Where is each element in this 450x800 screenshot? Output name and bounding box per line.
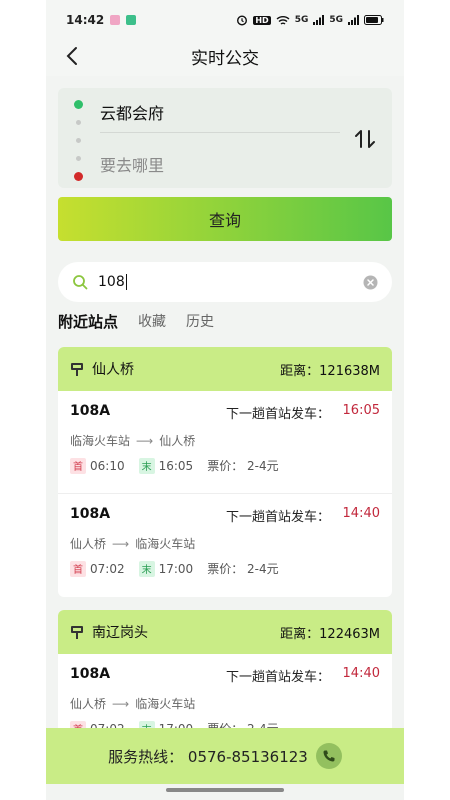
next-departure-label: 下一趟首站发车： <box>226 407 331 422</box>
bus-number: 108A <box>70 403 111 419</box>
first-bus-time: 06:10 <box>90 458 125 473</box>
route-direction: 仙人桥 ⟶ 临海火车站 <box>70 535 195 552</box>
network-label-2: 5G <box>329 15 343 25</box>
next-departure-label: 下一趟首站发车： <box>226 670 331 685</box>
tab-favorites[interactable]: 收藏 <box>138 311 166 331</box>
network-label-1: 5G <box>294 15 309 25</box>
bus-stop-icon <box>71 626 83 639</box>
call-button[interactable] <box>315 743 342 769</box>
direction-to: 临海火车站 <box>135 537 196 551</box>
schedule-info: 首 06:10 末 16:05 票价： 2-4元 <box>70 457 279 474</box>
tab-history[interactable]: 历史 <box>186 311 214 331</box>
station-distance: 距离：121638M <box>280 363 380 379</box>
status-time: 14:42 <box>66 13 105 27</box>
route-dots <box>74 98 84 181</box>
route-dot <box>76 156 81 161</box>
direction-from: 仙人桥 <box>70 537 107 551</box>
wifi-icon <box>276 15 290 26</box>
results-panel: 108 附近站点 收藏 历史 仙人桥 距离：121638M 108A 下一趟首站… <box>46 250 404 800</box>
station-name: 南辽岗头 <box>92 625 148 641</box>
tab-bar: 附近站点 收藏 历史 <box>58 310 214 332</box>
search-icon <box>73 275 88 290</box>
route-card: 云都会府 要去哪里 <box>58 88 392 188</box>
text-cursor <box>125 274 127 290</box>
chevron-left-icon <box>66 47 77 65</box>
arrow-right-icon: ⟶ <box>112 696 130 711</box>
clear-search-button[interactable] <box>362 274 378 290</box>
hotline-bar[interactable]: 服务热线： 0576-85136123 <box>46 728 404 784</box>
query-button[interactable]: 查询 <box>58 197 392 241</box>
origin-field[interactable]: 云都会府 <box>100 100 164 124</box>
last-bus-time: 16:05 <box>158 458 194 473</box>
bus-route-row[interactable]: 108A 下一趟首站发车： 16:05 临海火车站 ⟶ 仙人桥 首 06:10 … <box>58 391 392 494</box>
bus-number: 108A <box>70 506 111 522</box>
last-bus-tag: 末 <box>138 560 155 577</box>
bus-number: 108A <box>70 666 111 682</box>
home-indicator[interactable] <box>166 788 284 792</box>
direction-from: 仙人桥 <box>70 697 107 711</box>
signal-icon <box>348 15 359 25</box>
app-notification-icon <box>110 15 121 25</box>
station-header: 南辽岗头 距离：122463M <box>58 610 392 654</box>
bus-stop-icon <box>71 363 83 376</box>
clear-icon <box>363 275 377 289</box>
search-input[interactable]: 108 <box>58 262 392 302</box>
first-bus-time: 07:02 <box>90 561 125 576</box>
station-header: 仙人桥 距离：121638M <box>58 347 392 391</box>
app-screen: 14:42 HD 5G 5G 实时公交 云都会府 要去哪里 查询 108 附近站… <box>46 0 404 800</box>
phone-icon <box>323 750 335 762</box>
next-departure-time: 14:40 <box>342 506 380 521</box>
first-bus-tag: 首 <box>70 560 86 577</box>
start-dot-icon <box>74 100 83 109</box>
app-notification-icon <box>126 15 137 25</box>
top-app-bar: 实时公交 <box>46 36 404 76</box>
hd-badge: HD <box>253 15 271 25</box>
direction-from: 临海火车站 <box>70 434 131 448</box>
tab-nearby[interactable]: 附近站点 <box>58 311 118 332</box>
back-button[interactable] <box>58 42 86 70</box>
fare-info: 票价： 2-4元 <box>207 459 279 473</box>
next-departure-time: 14:40 <box>342 666 380 681</box>
status-bar: 14:42 HD 5G 5G <box>46 0 404 40</box>
route-direction: 临海火车站 ⟶ 仙人桥 <box>70 432 195 449</box>
swap-icon <box>355 130 375 148</box>
route-dot <box>76 138 81 143</box>
next-departure-time: 16:05 <box>342 403 380 418</box>
alarm-icon <box>236 14 248 26</box>
station-card[interactable]: 仙人桥 距离：121638M 108A 下一趟首站发车： 16:05 临海火车站… <box>58 347 392 597</box>
swap-route-button[interactable] <box>350 124 380 154</box>
battery-icon <box>364 15 384 25</box>
direction-to: 临海火车站 <box>135 697 196 711</box>
arrow-right-icon: ⟶ <box>136 433 154 448</box>
direction-to: 仙人桥 <box>159 434 196 448</box>
signal-icon <box>313 15 325 25</box>
divider <box>100 132 340 133</box>
station-name: 仙人桥 <box>92 362 134 378</box>
fare-info: 票价： 2-4元 <box>207 562 279 576</box>
schedule-info: 首 07:02 末 17:00 票价： 2-4元 <box>70 560 279 577</box>
next-departure-label: 下一趟首站发车： <box>226 510 331 525</box>
end-dot-icon <box>74 172 83 181</box>
destination-field[interactable]: 要去哪里 <box>100 152 164 176</box>
search-value: 108 <box>98 274 125 290</box>
route-direction: 仙人桥 ⟶ 临海火车站 <box>70 695 195 712</box>
bus-route-row[interactable]: 108A 下一趟首站发车： 14:40 仙人桥 ⟶ 临海火车站 首 07:02 … <box>58 494 392 597</box>
last-bus-time: 17:00 <box>158 561 194 576</box>
route-dot <box>76 120 81 125</box>
hotline-text: 服务热线： 0576-85136123 <box>108 747 308 766</box>
station-distance: 距离：122463M <box>280 626 380 642</box>
first-bus-tag: 首 <box>70 457 86 474</box>
last-bus-tag: 末 <box>138 457 155 474</box>
page-title: 实时公交 <box>191 48 259 69</box>
arrow-right-icon: ⟶ <box>112 536 130 551</box>
